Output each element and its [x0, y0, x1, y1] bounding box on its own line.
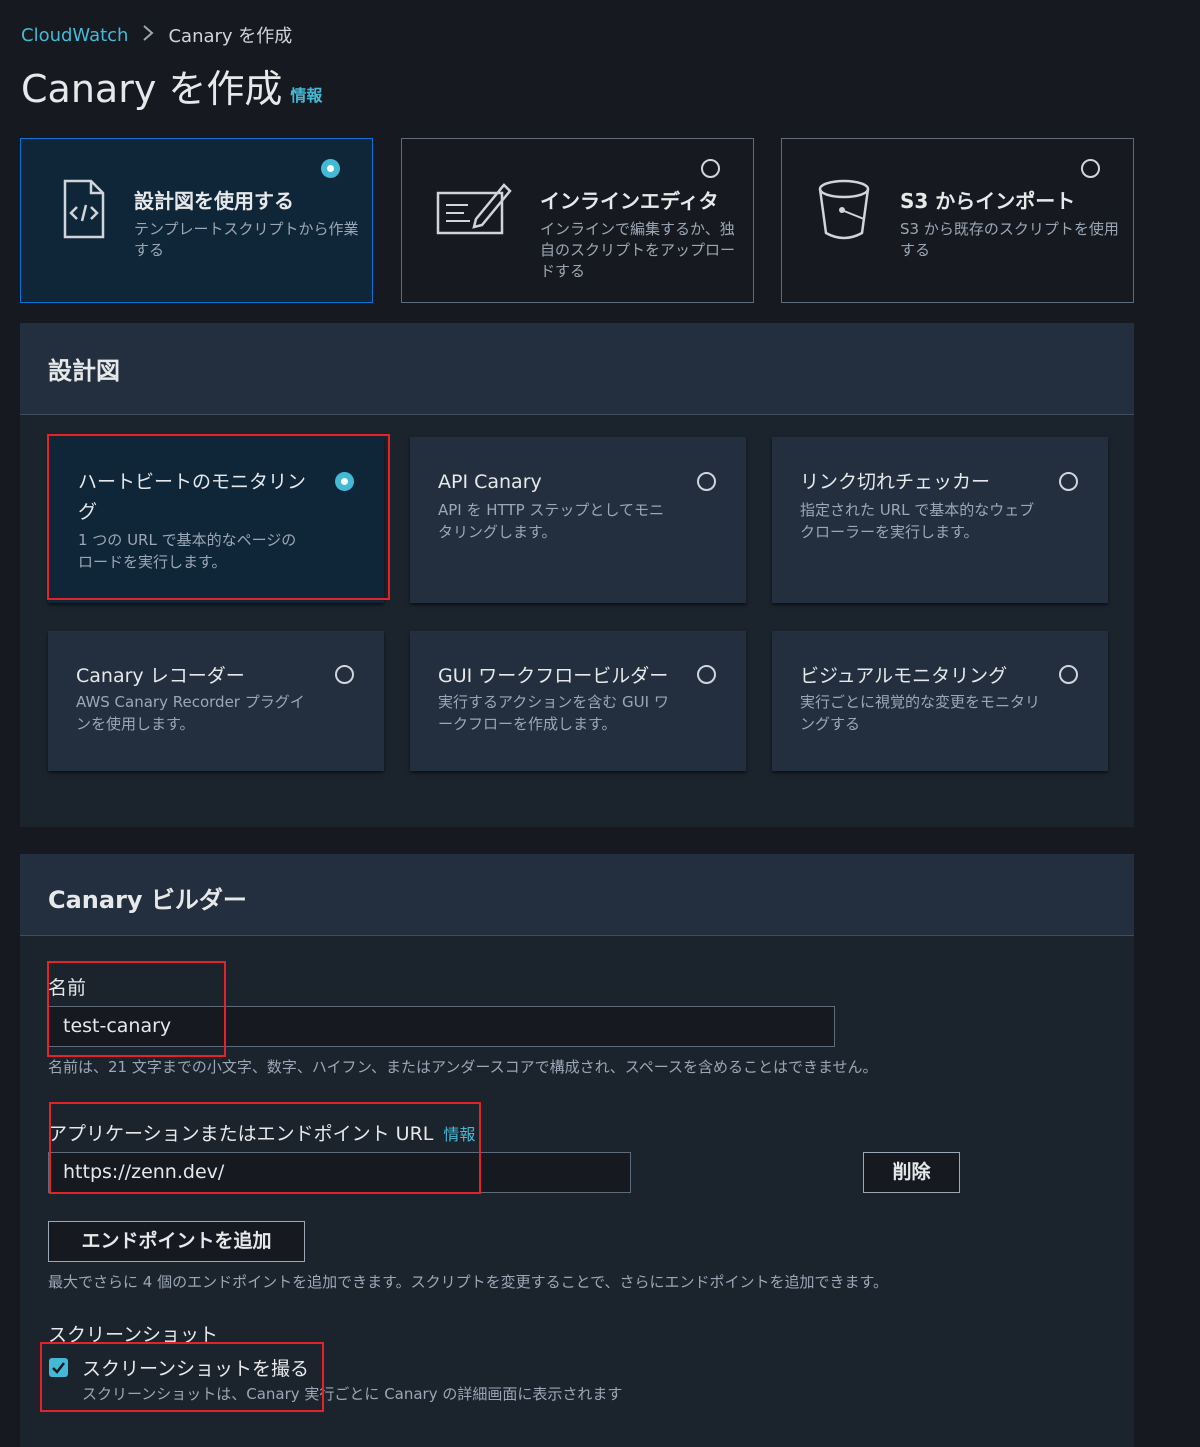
- blueprint-title: API Canary: [438, 471, 542, 493]
- screenshot-checkbox[interactable]: [49, 1358, 68, 1377]
- blueprint-radio[interactable]: [335, 665, 354, 684]
- url-input[interactable]: https://zenn.dev/: [48, 1152, 631, 1193]
- tile-title: 設計図を使用する: [134, 189, 294, 213]
- breadcrumb-cloudwatch-link[interactable]: CloudWatch: [21, 25, 128, 46]
- blueprint-api-canary[interactable]: API Canary API を HTTP ステップとしてモニタリングします。: [410, 437, 746, 603]
- breadcrumb-current: Canary を作成: [168, 26, 293, 47]
- blueprint-radio[interactable]: [697, 472, 716, 491]
- tile-desc: S3 から既存のスクリプトを使用する: [900, 220, 1119, 259]
- tile-title: インラインエディタ: [540, 189, 719, 213]
- blueprint-visual-monitoring[interactable]: ビジュアルモニタリング 実行ごとに視覚的な変更をモニタリングする: [772, 631, 1108, 771]
- blueprint-gui-workflow[interactable]: GUI ワークフロービルダー 実行するアクションを含む GUI ワークフローを作…: [410, 631, 746, 771]
- blueprint-canary-recorder[interactable]: Canary レコーダー AWS Canary Recorder プラグインを使…: [48, 631, 384, 771]
- blueprint-radio[interactable]: [1059, 665, 1078, 684]
- blueprint-desc: 指定された URL で基本的なウェブクローラーを実行します。: [800, 501, 1035, 541]
- blueprint-radio-selected[interactable]: [335, 472, 354, 491]
- page-title: Canary を作成: [21, 67, 283, 111]
- screenshot-label: スクリーンショット: [48, 1324, 219, 1346]
- breadcrumb: CloudWatch Canary を作成: [21, 22, 292, 48]
- blueprint-desc: API を HTTP ステップとしてモニタリングします。: [438, 501, 664, 541]
- url-label-row: アプリケーションまたはエンドポイント URL 情報: [48, 1119, 475, 1146]
- blueprint-radio[interactable]: [1059, 472, 1078, 491]
- builder-header: Canary ビルダー: [20, 854, 1134, 936]
- info-link[interactable]: 情報: [290, 82, 322, 112]
- blueprint-desc: 実行するアクションを含む GUI ワークフローを作成します。: [438, 693, 669, 733]
- endpoint-hint: 最大でさらに 4 個のエンドポイントを追加できます。スクリプトを変更することで、…: [48, 1273, 889, 1291]
- name-hint: 名前は、21 文字までの小文字、数字、ハイフン、またはアンダースコアで構成され、…: [48, 1058, 878, 1076]
- tile-title: S3 からインポート: [900, 189, 1076, 213]
- name-input[interactable]: test-canary: [48, 1006, 835, 1047]
- add-endpoint-button[interactable]: エンドポイントを追加: [48, 1221, 305, 1262]
- blueprint-desc: AWS Canary Recorder プラグインを使用します。: [76, 693, 305, 733]
- remove-endpoint-button[interactable]: 削除: [863, 1152, 960, 1193]
- blueprint-title: ビジュアルモニタリング: [800, 665, 1008, 687]
- chevron-right-icon: [142, 24, 154, 47]
- screenshot-checkbox-label[interactable]: スクリーンショットを撮る: [82, 1354, 309, 1381]
- canary-builder-panel: Canary ビルダー 名前 test-canary 名前は、21 文字までの小…: [20, 854, 1134, 1447]
- tile-use-blueprint[interactable]: 設計図を使用する テンプレートスクリプトから作業する: [20, 138, 373, 303]
- builder-title: Canary ビルダー: [48, 886, 247, 914]
- blueprint-heartbeat[interactable]: ハートビートのモニタリング 1 つの URL で基本的なページのロードを実行しま…: [48, 437, 384, 603]
- blueprints-header: 設計図: [20, 323, 1134, 415]
- name-label: 名前: [48, 977, 87, 999]
- blueprint-broken-link-checker[interactable]: リンク切れチェッカー 指定された URL で基本的なウェブクローラーを実行します…: [772, 437, 1108, 603]
- code-file-icon: [51, 177, 111, 241]
- edit-form-icon: [436, 179, 512, 243]
- screenshot-hint: スクリーンショットは、Canary 実行ごとに Canary の詳細画面に表示さ…: [82, 1385, 623, 1403]
- blueprint-title: リンク切れチェッカー: [800, 471, 991, 493]
- blueprint-title: Canary レコーダー: [76, 665, 245, 687]
- blueprints-panel: 設計図 ハートビートのモニタリング 1 つの URL で基本的なページのロードを…: [20, 323, 1134, 827]
- tile-radio[interactable]: [701, 159, 720, 178]
- tile-desc: テンプレートスクリプトから作業する: [134, 220, 359, 259]
- blueprint-title: ハートビートのモニタリング: [78, 471, 307, 523]
- tile-desc: インラインで編集するか、独自のスクリプトをアップロードする: [540, 220, 736, 280]
- blueprint-desc: 1 つの URL で基本的なページのロードを実行します。: [78, 531, 297, 571]
- url-label: アプリケーションまたはエンドポイント URL: [48, 1123, 434, 1145]
- blueprints-title: 設計図: [48, 357, 120, 385]
- page-title-row: Canary を作成 情報: [21, 66, 322, 112]
- tile-inline-editor[interactable]: インラインエディタ インラインで編集するか、独自のスクリプトをアップロードする: [401, 138, 754, 303]
- check-icon: [52, 1362, 65, 1374]
- tile-radio[interactable]: [1081, 159, 1100, 178]
- blueprint-desc: 実行ごとに視覚的な変更をモニタリングする: [800, 693, 1041, 733]
- url-info-link[interactable]: 情報: [443, 1125, 475, 1144]
- tile-radio-selected[interactable]: [321, 159, 340, 178]
- bucket-icon: [816, 177, 876, 241]
- blueprint-title: GUI ワークフロービルダー: [438, 665, 669, 687]
- tile-import-s3[interactable]: S3 からインポート S3 から既存のスクリプトを使用する: [781, 138, 1134, 303]
- blueprint-radio[interactable]: [697, 665, 716, 684]
